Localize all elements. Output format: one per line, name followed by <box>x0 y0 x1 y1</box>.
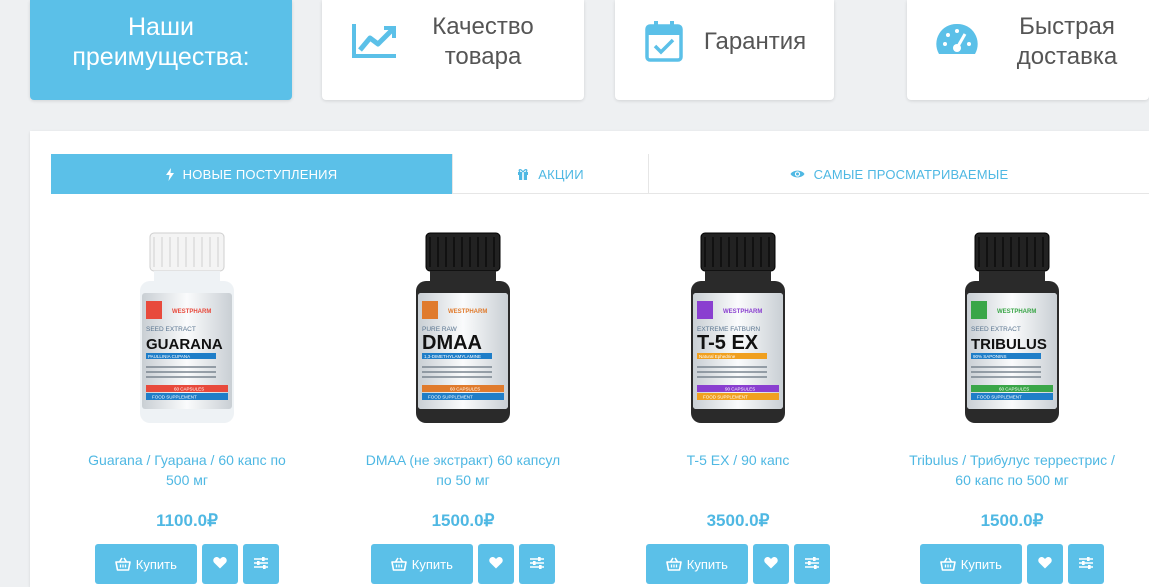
product-name-link[interactable]: DMAA (не экстракт) 60 капсул по 50 мг <box>338 450 588 490</box>
speedometer-icon <box>935 22 979 65</box>
buy-button-label: Купить <box>686 556 728 572</box>
gift-icon <box>517 168 529 180</box>
product-price: 1500.0₽ <box>980 511 1044 530</box>
product-price: 3500.0₽ <box>706 511 770 530</box>
heart-icon <box>1038 556 1052 572</box>
product-actions: Купить <box>920 544 1104 584</box>
tab-new-arrivals[interactable]: НОВЫЕ ПОСТУПЛЕНИЯ <box>51 154 453 194</box>
product-price: 1100.0₽ <box>156 511 218 530</box>
tab-most-viewed-label: САМЫЕ ПРОСМАТРИВАЕМЫЕ <box>813 166 1009 182</box>
svg-text:GUARANA: GUARANA <box>146 336 223 353</box>
chart-line-icon <box>352 22 398 63</box>
products-panel: НОВЫЕ ПОСТУПЛЕНИЯ АКЦИИ САМЫЕ ПРОСМАТРИВ… <box>30 131 1149 587</box>
tab-new-arrivals-label: НОВЫЕ ПОСТУПЛЕНИЯ <box>182 166 338 182</box>
buy-button-label: Купить <box>135 556 177 572</box>
product-actions: Купить <box>371 544 555 584</box>
product-name-link[interactable]: T-5 EX / 90 капс <box>613 450 863 470</box>
advantage-quality: Качество товара <box>322 0 584 100</box>
svg-text:FOOD SUPPLEMENT: FOOD SUPPLEMENT <box>977 395 1022 400</box>
compare-button[interactable] <box>1067 544 1104 584</box>
svg-text:WESTPHARM: WESTPHARM <box>723 309 762 315</box>
compare-button[interactable] <box>793 544 830 584</box>
buy-button[interactable]: Купить <box>646 544 748 584</box>
compare-button[interactable] <box>518 544 555 584</box>
svg-text:90 CAPSULES: 90 CAPSULES <box>725 387 755 392</box>
svg-text:90% SAPONINS: 90% SAPONINS <box>973 354 1007 359</box>
svg-text:SEED EXTRACT: SEED EXTRACT <box>971 326 1021 333</box>
svg-text:60 CAPSULES: 60 CAPSULES <box>450 387 480 392</box>
svg-text:TRIBULUS: TRIBULUS <box>971 336 1047 353</box>
svg-text:60 CAPSULES: 60 CAPSULES <box>174 387 204 392</box>
eye-icon <box>790 169 805 179</box>
basket-icon <box>390 557 407 571</box>
basket-icon <box>114 557 131 571</box>
svg-text:FOOD SUPPLEMENT: FOOD SUPPLEMENT <box>152 395 197 400</box>
product-actions: Купить <box>646 544 830 584</box>
product-price: 1500.0₽ <box>431 511 495 530</box>
svg-text:DMAA: DMAA <box>422 332 482 354</box>
advantage-quality-label: Качество товара <box>432 13 534 70</box>
product-name-link[interactable]: Guarana / Гуарана / 60 капс по 500 мг <box>62 450 312 490</box>
svg-text:WESTPHARM: WESTPHARM <box>448 309 487 315</box>
sliders-icon <box>804 556 819 572</box>
tab-promotions-label: АКЦИИ <box>538 166 584 182</box>
sliders-icon <box>529 556 544 572</box>
advantage-guarantee-label: Гарантия <box>703 28 807 55</box>
advantages-title-card: Наши преимущества: <box>30 0 292 100</box>
product-actions: Купить <box>95 544 279 584</box>
heart-icon <box>764 556 778 572</box>
calendar-check-icon <box>645 20 683 67</box>
product-image[interactable]: WESTPHARM EXTREME FATBURN T-5 EX Natural Ep… <box>683 231 793 426</box>
svg-text:FOOD SUPPLEMENT: FOOD SUPPLEMENT <box>428 395 473 400</box>
sliders-icon <box>253 556 268 572</box>
wishlist-button[interactable] <box>201 544 238 584</box>
advantage-delivery-label: Быстрая доставка <box>1016 13 1118 70</box>
compare-button[interactable] <box>242 544 279 584</box>
basket-icon <box>939 557 956 571</box>
buy-button[interactable]: Купить <box>95 544 197 584</box>
wishlist-button[interactable] <box>477 544 514 584</box>
svg-text:SEED EXTRACT: SEED EXTRACT <box>146 326 196 333</box>
buy-button[interactable]: Купить <box>371 544 473 584</box>
buy-button-label: Купить <box>960 556 1002 572</box>
wishlist-button[interactable] <box>752 544 789 584</box>
advantages-title: Наши преимущества: <box>72 13 250 71</box>
tab-most-viewed[interactable]: САМЫЕ ПРОСМАТРИВАЕМЫЕ <box>649 154 1149 194</box>
tab-promotions[interactable]: АКЦИИ <box>453 154 649 194</box>
product-tabs: НОВЫЕ ПОСТУПЛЕНИЯ АКЦИИ САМЫЕ ПРОСМАТРИВ… <box>51 154 1149 194</box>
svg-text:T-5 EX: T-5 EX <box>697 332 759 354</box>
heart-icon <box>213 556 227 572</box>
sliders-icon <box>1078 556 1093 572</box>
svg-text:PAULLINIA CUPANA: PAULLINIA CUPANA <box>148 354 190 359</box>
buy-button-label: Купить <box>411 556 453 572</box>
wishlist-button[interactable] <box>1026 544 1063 584</box>
advantage-guarantee: Гарантия <box>615 0 834 100</box>
svg-text:WESTPHARM: WESTPHARM <box>172 309 211 315</box>
basket-icon <box>665 557 682 571</box>
svg-text:1,3-DIMETHYLAMYLAMINE: 1,3-DIMETHYLAMYLAMINE <box>424 354 481 359</box>
product-image[interactable]: WESTPHARM PURE RAW DMAA 1,3-DIMETHYLAMYLAMI… <box>408 231 518 426</box>
svg-text:Natural Ephedrine: Natural Ephedrine <box>699 354 736 359</box>
bolt-icon <box>165 167 174 181</box>
svg-text:WESTPHARM: WESTPHARM <box>997 309 1036 315</box>
svg-text:FOOD SUPPLEMENT: FOOD SUPPLEMENT <box>703 395 748 400</box>
product-image[interactable]: WESTPHARM SEED EXTRACT TRIBULUS 90% SAPONIN… <box>957 231 1067 426</box>
svg-text:60 CAPSULES: 60 CAPSULES <box>999 387 1029 392</box>
heart-icon <box>489 556 503 572</box>
advantage-delivery: Быстрая доставка <box>907 0 1149 100</box>
product-image[interactable]: WESTPHARM SEED EXTRACT GUARANA PAULLINIA CU… <box>132 231 242 426</box>
buy-button[interactable]: Купить <box>920 544 1022 584</box>
product-name-link[interactable]: Tribulus / Трибулус террестрис / 60 капс… <box>887 450 1137 490</box>
